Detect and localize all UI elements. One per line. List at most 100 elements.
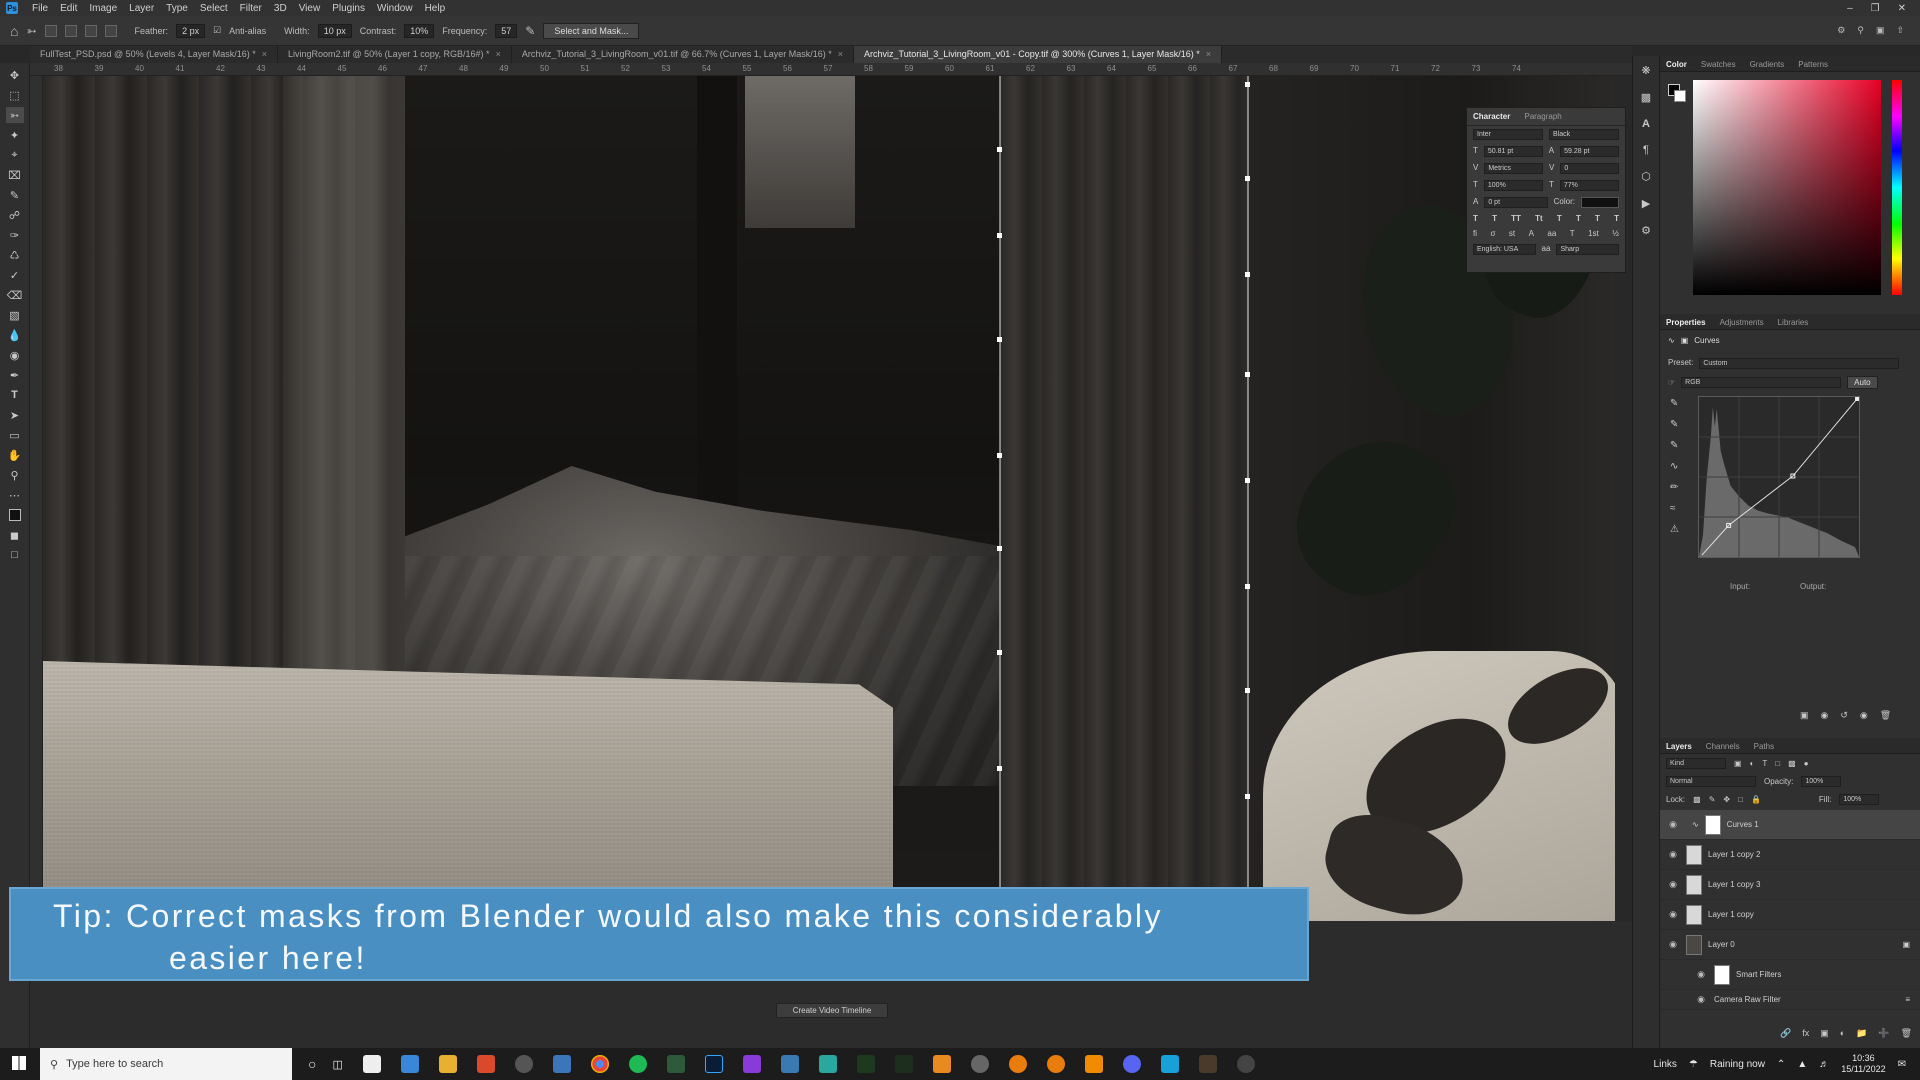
weather-icon[interactable]: ☂ bbox=[1689, 1059, 1698, 1070]
microsoft-store-icon[interactable] bbox=[400, 1055, 419, 1073]
calculator-icon[interactable] bbox=[552, 1055, 571, 1073]
tab-adjustments[interactable]: Adjustments bbox=[1720, 318, 1764, 327]
menu-help[interactable]: Help bbox=[419, 3, 452, 14]
menu-3d[interactable]: 3D bbox=[268, 3, 293, 14]
layer-name[interactable]: Layer 1 copy bbox=[1708, 910, 1754, 919]
menu-type[interactable]: Type bbox=[160, 3, 194, 14]
ligature-icon[interactable]: fi bbox=[1473, 229, 1477, 238]
filter-name[interactable]: Camera Raw Filter bbox=[1714, 995, 1781, 1004]
channel-select[interactable]: RGB bbox=[1681, 377, 1842, 388]
workspace-icon[interactable]: ▣ bbox=[1876, 25, 1885, 36]
layer-kind-filter[interactable]: Kind bbox=[1666, 758, 1726, 769]
cortana-icon[interactable]: ○ bbox=[308, 1056, 316, 1072]
type-tool-icon[interactable]: T bbox=[6, 387, 24, 403]
app-icon-green[interactable] bbox=[666, 1055, 685, 1073]
gradient-tool-icon[interactable]: ▧ bbox=[6, 307, 24, 323]
app-icon-clock[interactable] bbox=[514, 1055, 533, 1073]
camera-raw-filter-row[interactable]: ◉ Camera Raw Filter ≡ bbox=[1660, 990, 1920, 1010]
swash-icon[interactable]: σ bbox=[1490, 229, 1495, 238]
app-icon-sync[interactable] bbox=[1236, 1055, 1255, 1073]
curve-edit-icon[interactable]: ∿ bbox=[1670, 461, 1679, 472]
visibility-eye-icon[interactable]: ◉ bbox=[1694, 994, 1708, 1005]
brush-tool-icon[interactable]: ✑ bbox=[6, 227, 24, 243]
add-selection-icon[interactable] bbox=[64, 24, 77, 37]
targeted-adjust-icon[interactable]: ☞ bbox=[1668, 378, 1675, 387]
close-tab-icon[interactable]: × bbox=[838, 49, 843, 59]
new-layer-icon[interactable]: ➕ bbox=[1878, 1028, 1889, 1039]
character-icon[interactable]: A bbox=[1642, 118, 1650, 130]
tab-layers[interactable]: Layers bbox=[1666, 742, 1692, 751]
ordinal-icon[interactable]: T bbox=[1570, 229, 1575, 238]
paragraph-icon[interactable]: ¶ bbox=[1643, 144, 1649, 156]
menu-view[interactable]: View bbox=[293, 3, 327, 14]
horizontal-scale-input[interactable]: 77% bbox=[1559, 180, 1619, 191]
visibility-eye-icon[interactable]: ◉ bbox=[1694, 969, 1708, 980]
network-icon[interactable]: ▲ bbox=[1797, 1059, 1807, 1070]
width-input[interactable]: 10 px bbox=[317, 23, 352, 38]
rectangle-tool-icon[interactable]: ▭ bbox=[6, 427, 24, 443]
app-icon-teal[interactable] bbox=[818, 1055, 837, 1073]
feather-input[interactable]: 2 px bbox=[176, 23, 206, 38]
tab-paths[interactable]: Paths bbox=[1754, 742, 1774, 751]
ordinals-icon[interactable]: 1st bbox=[1588, 229, 1599, 238]
lock-all-icon[interactable]: 🔒 bbox=[1751, 795, 1761, 804]
magnetic-lasso-icon[interactable]: ➳ bbox=[26, 24, 36, 38]
color-picker-field[interactable] bbox=[1693, 80, 1881, 295]
tray-overflow-icon[interactable]: ⌃ bbox=[1777, 1059, 1785, 1070]
file-explorer-icon[interactable] bbox=[438, 1055, 457, 1073]
history-brush-tool-icon[interactable]: ✓ bbox=[6, 267, 24, 283]
close-tab-icon[interactable]: × bbox=[262, 49, 267, 59]
app-icon-dark[interactable] bbox=[1198, 1055, 1217, 1073]
lasso-tool-icon[interactable]: ➳ bbox=[5, 107, 24, 123]
font-size-input[interactable]: 50.81 pt bbox=[1483, 146, 1543, 157]
new-group-icon[interactable]: 📁 bbox=[1856, 1028, 1867, 1039]
layer-name[interactable]: Layer 1 copy 3 bbox=[1708, 880, 1760, 889]
smooth-curve-icon[interactable]: ≈ bbox=[1670, 503, 1679, 514]
contrast-input[interactable]: 10% bbox=[404, 23, 435, 38]
substance-designer-icon[interactable] bbox=[856, 1055, 875, 1073]
dodge-tool-icon[interactable]: ◉ bbox=[6, 347, 24, 363]
clone-stamp-tool-icon[interactable]: ♺ bbox=[6, 247, 24, 263]
photoshop-taskbar-icon[interactable] bbox=[704, 1055, 723, 1073]
pen-pressure-icon[interactable]: ✎ bbox=[525, 24, 535, 38]
view-previous-icon[interactable]: ◉ bbox=[1821, 710, 1829, 721]
layer-mask-thumbnail[interactable] bbox=[1704, 814, 1721, 835]
select-and-mask-button[interactable]: Select and Mask... bbox=[543, 22, 640, 39]
document-canvas[interactable] bbox=[43, 76, 1615, 921]
visibility-eye-icon[interactable]: ◉ bbox=[1666, 879, 1680, 890]
windows-start-icon[interactable] bbox=[12, 1056, 26, 1070]
zoom-tool-icon[interactable]: ⚲ bbox=[6, 467, 24, 483]
pen-tool-icon[interactable]: ✒ bbox=[6, 367, 24, 383]
layer-row-curves[interactable]: ◉ ∿ Curves 1 bbox=[1660, 810, 1920, 840]
small-caps-icon[interactable]: Tt bbox=[1535, 214, 1543, 223]
3d-icon[interactable]: ⬡ bbox=[1641, 170, 1651, 183]
curves-graph[interactable] bbox=[1698, 396, 1860, 558]
layer-name[interactable]: Curves 1 bbox=[1727, 820, 1759, 829]
layer-style-icon[interactable]: fx bbox=[1802, 1028, 1809, 1039]
links-toolbar[interactable]: Links bbox=[1654, 1059, 1677, 1070]
new-adjustment-icon[interactable]: ◐ bbox=[1840, 1028, 1845, 1039]
home-icon[interactable]: ⌂ bbox=[10, 23, 18, 39]
pencil-draw-icon[interactable]: ✏ bbox=[1670, 482, 1679, 493]
crop-tool-icon[interactable]: ⌖ bbox=[6, 147, 24, 163]
delete-layer-icon[interactable]: 🗑 bbox=[1901, 1028, 1912, 1039]
vlc-icon[interactable] bbox=[1084, 1055, 1103, 1073]
restore-icon[interactable]: ❐ bbox=[1871, 3, 1880, 14]
brush-settings-icon[interactable]: ❋ bbox=[1641, 64, 1650, 77]
menu-plugins[interactable]: Plugins bbox=[326, 3, 371, 14]
menu-filter[interactable]: Filter bbox=[234, 3, 268, 14]
screen-mode-icon[interactable]: □ bbox=[6, 547, 24, 563]
antialias-checkbox[interactable]: ☑ bbox=[213, 25, 221, 36]
foreground-color-swatch[interactable] bbox=[6, 507, 24, 523]
quick-select-tool-icon[interactable]: ✦ bbox=[6, 127, 24, 143]
layer-row[interactable]: ◉ Layer 0 ▣ bbox=[1660, 930, 1920, 960]
app-icon-orange-box[interactable] bbox=[932, 1055, 951, 1073]
healing-tool-icon[interactable]: ☍ bbox=[6, 207, 24, 223]
marquee-tool-icon[interactable]: ⬚ bbox=[6, 87, 24, 103]
notifications-icon[interactable]: ✉ bbox=[1898, 1059, 1906, 1070]
preset-select[interactable]: Custom bbox=[1699, 358, 1900, 369]
affinity-icon[interactable] bbox=[742, 1055, 761, 1073]
close-tab-icon[interactable]: × bbox=[1206, 49, 1211, 59]
layer-name[interactable]: Layer 0 bbox=[1708, 940, 1735, 949]
contextual-icon[interactable]: aa bbox=[1547, 229, 1556, 238]
